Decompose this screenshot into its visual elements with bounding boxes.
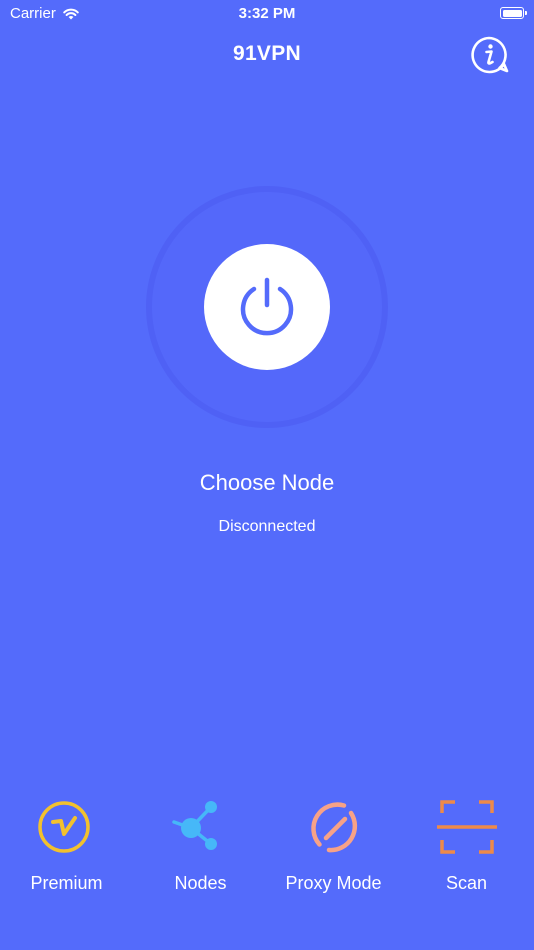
tab-proxy-mode[interactable]: Proxy Mode: [267, 798, 400, 902]
tab-scan[interactable]: Scan: [400, 798, 533, 902]
status-time: 3:32 PM: [238, 5, 296, 22]
power-icon: [240, 277, 294, 336]
power-button[interactable]: [204, 244, 330, 370]
tab-label: Proxy Mode: [285, 873, 382, 893]
connection-status: Disconnected: [218, 518, 316, 535]
status-bar: Carrier 3:32 PM: [0, 0, 534, 30]
battery-level: [502, 9, 522, 17]
battery-icon: [500, 7, 527, 19]
app-title: 91VPN: [232, 42, 302, 65]
nodes-icon: [171, 801, 217, 850]
proxy-mode-icon: [310, 802, 357, 853]
tab-label: Scan: [445, 873, 488, 893]
scan-icon: [436, 800, 497, 854]
tab-label: Premium: [30, 873, 103, 893]
tab-premium[interactable]: Premium: [0, 798, 133, 902]
tab-nodes[interactable]: Nodes: [134, 798, 267, 902]
premium-icon: [37, 801, 90, 853]
info-button[interactable]: [469, 35, 511, 75]
info-icon: [471, 36, 509, 74]
choose-node-button[interactable]: Choose Node: [0, 470, 534, 496]
tab-label: Nodes: [174, 873, 227, 893]
